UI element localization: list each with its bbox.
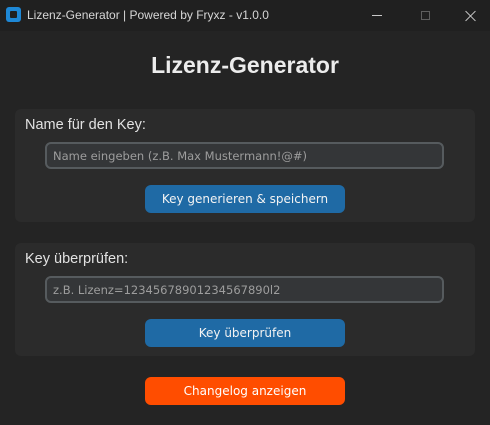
verify-key-button[interactable]: Key überprüfen [145, 319, 345, 347]
verify-key-section: Key überprüfen: Key überprüfen [15, 243, 475, 356]
title-bar[interactable]: Lizenz-Generator | Powered by Fryxz - v1… [0, 0, 490, 31]
minimize-icon [372, 15, 382, 16]
close-icon [465, 10, 477, 22]
changelog-button[interactable]: Changelog anzeigen [145, 377, 345, 405]
window-title: Lizenz-Generator | Powered by Fryxz - v1… [27, 8, 269, 22]
verify-key-label: Key überprüfen: [25, 251, 129, 267]
generate-key-section: Name für den Key: Key generieren & speic… [15, 109, 475, 222]
generate-key-button[interactable]: Key generieren & speichern [145, 185, 345, 213]
app-icon [6, 7, 21, 22]
verify-key-input[interactable] [45, 276, 444, 303]
maximize-button[interactable] [402, 0, 448, 31]
key-name-input[interactable] [45, 142, 444, 169]
close-button[interactable] [448, 0, 490, 31]
page-title: Lizenz-Generator [151, 52, 339, 78]
maximize-icon [420, 11, 430, 20]
key-name-label: Name für den Key: [25, 117, 146, 133]
app-window: Lizenz-Generator | Powered by Fryxz - v1… [0, 0, 490, 425]
minimize-button[interactable] [354, 0, 400, 31]
